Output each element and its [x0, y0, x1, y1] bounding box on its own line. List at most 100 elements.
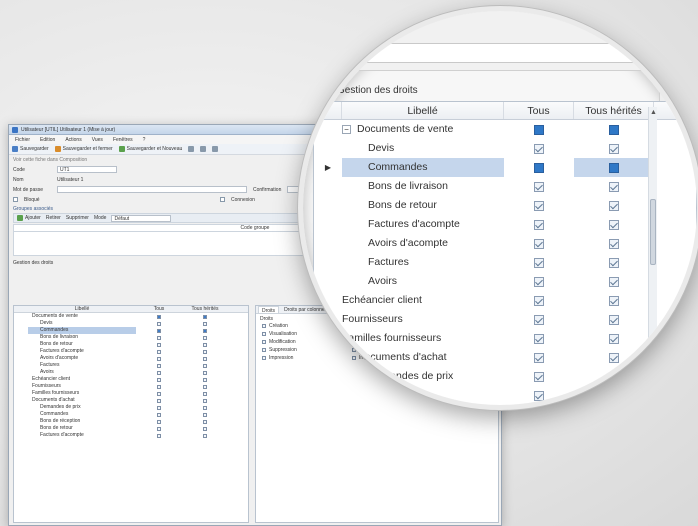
checkbox-tous[interactable] — [534, 295, 544, 306]
nom-value[interactable]: Utilisateur 1 — [57, 177, 83, 183]
checkbox-tous[interactable] — [157, 426, 161, 431]
magnified-row[interactable]: Fournisseurs — [314, 310, 696, 329]
magnified-row[interactable]: Avoirs — [314, 272, 696, 291]
droit-checkbox[interactable] — [262, 348, 266, 352]
bloque-checkbox[interactable] — [13, 197, 18, 202]
menu-fichier[interactable]: Fichier — [15, 137, 30, 143]
scrollbar-thumb[interactable] — [650, 199, 656, 265]
checkbox-tous[interactable] — [157, 384, 161, 389]
checkbox-tous[interactable] — [534, 410, 544, 411]
checkbox-herites[interactable] — [609, 352, 619, 363]
save-close-button[interactable]: Sauvegarder et fermer — [54, 146, 113, 152]
checkbox-tous[interactable] — [157, 335, 161, 340]
magnified-row[interactable]: ▶ Commandes — [314, 158, 696, 177]
add-group-button[interactable]: Ajouter — [17, 215, 41, 221]
vertical-scrollbar[interactable]: ▲ — [648, 107, 657, 405]
checkbox-herites[interactable] — [609, 314, 619, 325]
rights-row[interactable]: Bons de retour — [14, 425, 248, 432]
delete-group-button[interactable]: Supprimer — [66, 215, 89, 221]
magnified-row[interactable]: Avoirs d'acompte — [314, 234, 696, 253]
rights-row[interactable]: Echéancier client — [14, 376, 248, 383]
checkbox-herites[interactable] — [203, 398, 207, 403]
checkbox-tous[interactable] — [534, 219, 544, 230]
checkbox-tous[interactable] — [534, 352, 544, 363]
checkbox-tous[interactable] — [534, 162, 544, 173]
print-icon[interactable] — [188, 146, 195, 152]
checkbox-tous[interactable] — [157, 314, 161, 319]
checkbox-herites[interactable] — [609, 124, 619, 135]
magnified-row[interactable]: Demandes de prix — [314, 367, 696, 386]
checkbox-tous[interactable] — [157, 349, 161, 354]
checkbox-tous[interactable] — [534, 238, 544, 249]
menu-help[interactable]: ? — [143, 137, 146, 143]
password-input[interactable] — [57, 186, 247, 193]
remove-group-button[interactable]: Retirer — [46, 215, 61, 221]
checkbox-herites[interactable] — [609, 200, 619, 211]
checkbox-tous[interactable] — [157, 398, 161, 403]
attach-icon[interactable] — [200, 146, 207, 152]
checkbox-tous[interactable] — [157, 405, 161, 410]
checkbox-herites[interactable] — [609, 276, 619, 287]
rights-row[interactable]: Factures d'acompte — [14, 432, 248, 439]
help-icon[interactable] — [212, 146, 219, 152]
checkbox-herites[interactable] — [609, 257, 619, 268]
save-new-button[interactable]: Sauvegarder et Nouveau — [118, 146, 182, 152]
checkbox-tous[interactable] — [534, 276, 544, 287]
checkbox-tous[interactable] — [157, 377, 161, 382]
checkbox-herites[interactable] — [203, 391, 207, 396]
checkbox-herites[interactable] — [609, 295, 619, 306]
magnified-row[interactable]: Factures d'acompte — [314, 215, 696, 234]
save-button[interactable]: Sauvegarder — [12, 146, 49, 152]
magnified-row[interactable]: Bons de retour — [314, 196, 696, 215]
magnified-row[interactable]: Commandes — [314, 386, 696, 405]
checkbox-herites[interactable] — [203, 349, 207, 354]
checkbox-herites[interactable] — [203, 356, 207, 361]
checkbox-tous[interactable] — [157, 342, 161, 347]
checkbox-herites[interactable] — [203, 419, 207, 424]
checkbox-tous[interactable] — [157, 412, 161, 417]
checkbox-herites[interactable] — [609, 219, 619, 230]
col-tous[interactable]: Tous — [136, 306, 182, 312]
checkbox-tous[interactable] — [534, 390, 544, 401]
checkbox-tous[interactable] — [157, 391, 161, 396]
magnified-col-tous[interactable]: Tous — [504, 102, 574, 119]
checkbox-tous[interactable] — [534, 124, 544, 135]
rights-row[interactable]: Bons de réception — [14, 418, 248, 425]
droit-checkbox[interactable] — [262, 340, 266, 344]
menu-vues[interactable]: Vues — [92, 137, 103, 143]
checkbox-tous[interactable] — [534, 200, 544, 211]
checkbox-tous[interactable] — [157, 328, 161, 333]
checkbox-herites[interactable] — [203, 363, 207, 368]
rights-row[interactable]: Devis — [14, 320, 248, 327]
col-tous-herites[interactable]: Tous hérités — [182, 306, 228, 312]
rights-row[interactable]: Familles fournisseurs — [14, 390, 248, 397]
menu-actions[interactable]: Actions — [65, 137, 81, 143]
checkbox-tous[interactable] — [157, 321, 161, 326]
magnified-row[interactable]: Devis — [314, 139, 696, 158]
checkbox-tous[interactable] — [534, 314, 544, 325]
rights-row[interactable]: Factures d'acompte — [14, 348, 248, 355]
col-libelle[interactable]: Libellé — [28, 306, 136, 312]
magnified-row[interactable]: Factures — [314, 253, 696, 272]
rights-row[interactable]: Avoirs — [14, 369, 248, 376]
droit-checkbox[interactable] — [262, 332, 266, 336]
checkbox-herites[interactable] — [203, 405, 207, 410]
mode-select[interactable]: Défaut — [111, 214, 172, 222]
connexion-checkbox[interactable] — [220, 197, 225, 202]
magnified-input[interactable] — [363, 43, 697, 63]
checkbox-tous[interactable] — [534, 181, 544, 192]
checkbox-herites[interactable] — [203, 412, 207, 417]
checkbox-herites[interactable] — [203, 321, 207, 326]
checkbox-tous[interactable] — [157, 419, 161, 424]
rights-row[interactable]: Commandes — [14, 411, 248, 418]
rights-row[interactable]: Documents d'achat — [14, 397, 248, 404]
checkbox-herites[interactable] — [203, 328, 207, 333]
tab-droits[interactable]: Droits — [258, 306, 280, 314]
magnified-col-tous-herites[interactable]: Tous hérités — [574, 102, 654, 119]
scroll-up-icon[interactable]: ▲ — [650, 109, 657, 116]
checkbox-herites[interactable] — [203, 314, 207, 319]
code-input[interactable]: UT1 — [57, 166, 117, 173]
rights-row[interactable]: Demandes de prix — [14, 404, 248, 411]
checkbox-tous[interactable] — [157, 433, 161, 438]
magnified-row[interactable]: Familles fournisseurs — [314, 329, 696, 348]
